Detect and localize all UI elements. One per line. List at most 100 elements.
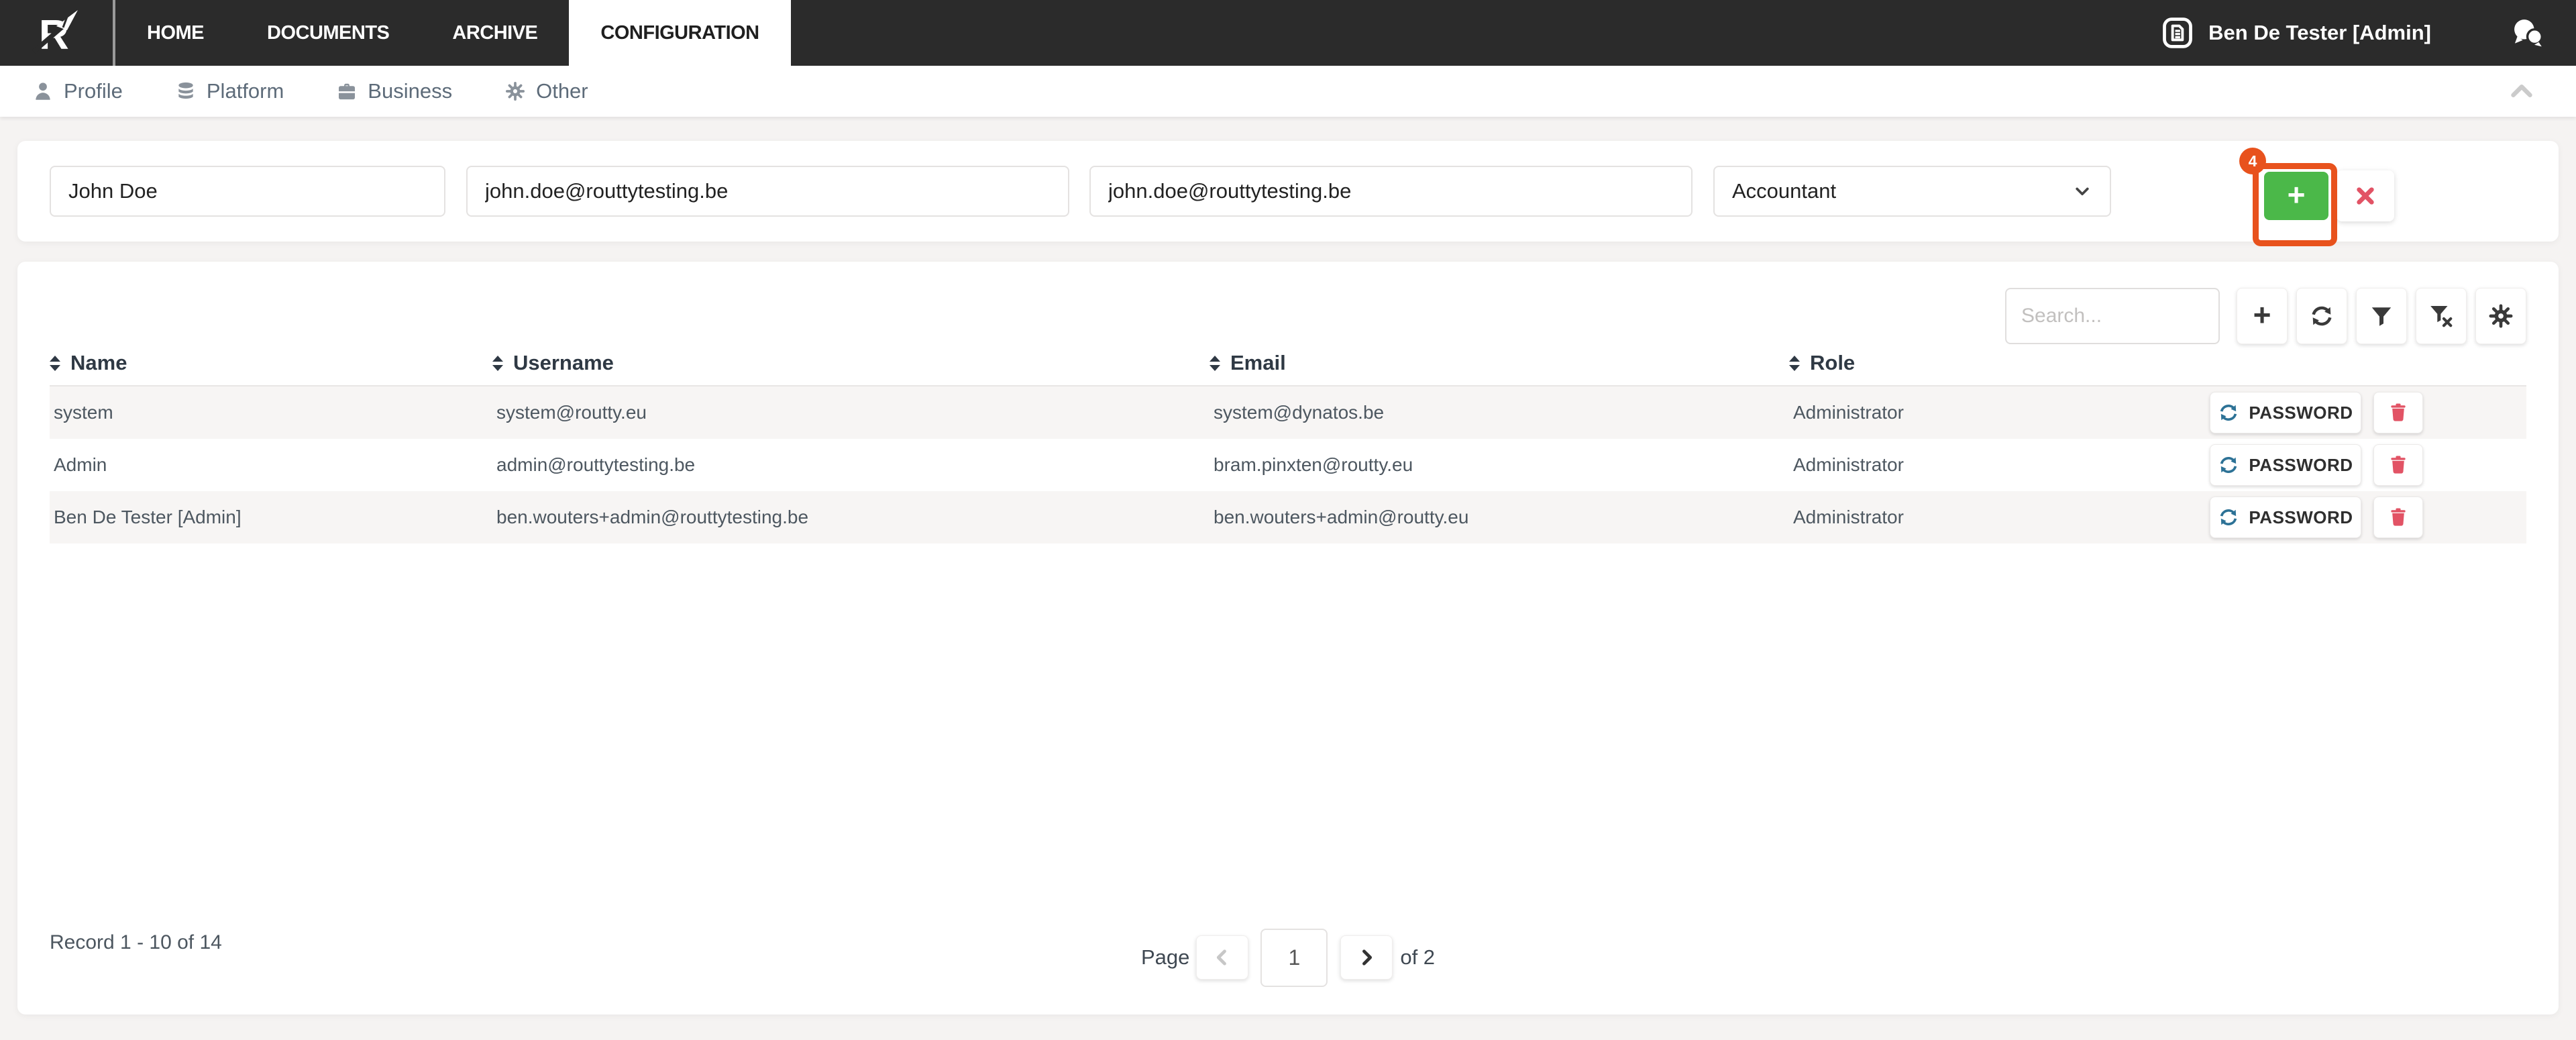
sort-icon [1789, 355, 1800, 371]
plus-icon: + [2287, 177, 2306, 212]
user-menu[interactable]: Ben De Tester [Admin] [2160, 15, 2431, 50]
table-toolbar: + [2005, 287, 2526, 345]
routty-logo[interactable]: R [0, 0, 115, 66]
filter-button[interactable] [2356, 288, 2407, 344]
annotation-badge: 4 [2239, 148, 2266, 174]
pagination: Page of 2 [1141, 927, 1435, 988]
previous-page-button[interactable] [1196, 935, 1249, 980]
table-row[interactable]: Ben De Tester [Admin] ben.wouters+admin@… [50, 491, 2526, 543]
table-body: system system@routty.eu system@dynatos.b… [50, 386, 2526, 543]
trash-icon [2391, 403, 2406, 421]
chat-icon [2514, 19, 2543, 47]
add-user-button[interactable]: + [2264, 172, 2328, 220]
column-header-email[interactable]: Email [1210, 341, 1286, 385]
refresh-icon [2218, 507, 2239, 528]
cell-email: bram.pinxten@routty.eu [1214, 454, 1413, 475]
role-select[interactable]: Accountant [1713, 166, 2111, 217]
cell-name: system [54, 402, 113, 423]
tab-configuration[interactable]: CONFIGURATION [569, 0, 791, 66]
database-icon [175, 81, 197, 102]
subnav-label: Profile [64, 79, 123, 103]
top-navbar: R HOME DOCUMENTS ARCHIVE CONFIGURATION B… [0, 0, 2576, 66]
page-number-input[interactable] [1260, 928, 1328, 987]
clear-filter-button[interactable] [2416, 288, 2467, 344]
trash-icon [2391, 456, 2406, 474]
password-button-label: PASSWORD [2249, 402, 2353, 423]
table-row[interactable]: Admin admin@routtytesting.be bram.pinxte… [50, 439, 2526, 491]
column-header-username[interactable]: Username [492, 341, 614, 385]
reset-password-button[interactable]: PASSWORD [2210, 444, 2361, 486]
chevron-left-icon [1217, 949, 1227, 966]
chevron-down-icon [2071, 180, 2094, 203]
briefcase-icon [336, 81, 358, 102]
add-user-form: Accountant + 4 [17, 141, 2559, 246]
add-row-button[interactable]: + [2237, 288, 2288, 344]
close-icon [2357, 187, 2374, 205]
sort-icon [1210, 355, 1220, 371]
delete-user-button[interactable] [2373, 444, 2423, 486]
settings-button[interactable] [2475, 288, 2526, 344]
delete-user-button[interactable] [2373, 392, 2423, 433]
password-button-label: PASSWORD [2249, 454, 2353, 475]
refresh-icon [2218, 402, 2239, 423]
subnav-label: Business [368, 79, 453, 103]
cell-email: system@dynatos.be [1214, 402, 1385, 423]
page-label: Page [1140, 945, 1190, 969]
user-name-label: Ben De Tester [Admin] [2208, 21, 2431, 44]
main-tabs: HOME DOCUMENTS ARCHIVE CONFIGURATION [115, 0, 791, 66]
subnav-item-business[interactable]: Business [336, 79, 452, 103]
cell-role: Administrator [1793, 402, 1904, 423]
subnav-label: Platform [206, 79, 284, 103]
cell-username: admin@routtytesting.be [496, 454, 696, 475]
cell-role: Administrator [1793, 507, 1904, 527]
filter-icon [2371, 307, 2392, 326]
role-select-value: Accountant [1732, 179, 1837, 203]
table-row[interactable]: system system@routty.eu system@dynatos.b… [50, 386, 2526, 439]
plus-icon: + [2253, 297, 2271, 332]
refresh-button[interactable] [2296, 288, 2347, 344]
add-user-card: Accountant + 4 [17, 141, 2559, 246]
next-page-button[interactable] [1340, 935, 1393, 980]
subnav-item-profile[interactable]: Profile [32, 79, 123, 103]
column-label: Username [513, 351, 614, 374]
email-field[interactable] [1089, 166, 1693, 217]
delete-user-button[interactable] [2373, 497, 2423, 538]
gear-icon [504, 81, 526, 102]
reset-password-button[interactable]: PASSWORD [2210, 497, 2361, 538]
trash-icon [2391, 508, 2406, 526]
cell-name: Admin [54, 454, 107, 475]
sort-icon [492, 355, 503, 371]
document-icon [2163, 17, 2193, 48]
cell-username: system@routty.eu [496, 402, 647, 423]
tab-home[interactable]: HOME [115, 0, 235, 66]
username-field[interactable] [466, 166, 1069, 217]
clear-form-button[interactable] [2337, 170, 2394, 221]
gear-icon [2489, 304, 2513, 328]
table-header: Name Username Email Role [50, 341, 2526, 386]
subnav-item-platform[interactable]: Platform [175, 79, 284, 103]
sort-icon [50, 355, 60, 371]
subnav-item-other[interactable]: Other [504, 79, 588, 103]
column-header-name[interactable]: Name [50, 341, 127, 385]
name-field[interactable] [50, 166, 445, 217]
chat-button[interactable] [2510, 15, 2545, 50]
record-count-label: Record 1 - 10 of 14 [50, 931, 222, 953]
page-total-label: of 2 [1400, 945, 1436, 969]
tab-archive[interactable]: ARCHIVE [421, 0, 569, 66]
chevron-up-icon [2511, 85, 2532, 98]
search-input[interactable] [2005, 288, 2220, 344]
collapse-panel-button[interactable] [2506, 76, 2537, 107]
person-icon [32, 81, 54, 102]
cell-email: ben.wouters+admin@routty.eu [1214, 507, 1469, 527]
chevron-right-icon [1362, 949, 1373, 966]
config-subnav: Profile Platform Business Other [0, 66, 2576, 117]
filter-remove-icon [2430, 305, 2453, 327]
password-button-label: PASSWORD [2249, 507, 2353, 527]
cell-role: Administrator [1793, 454, 1904, 475]
tab-documents[interactable]: DOCUMENTS [235, 0, 421, 66]
reset-password-button[interactable]: PASSWORD [2210, 392, 2361, 433]
nav-right-group: Ben De Tester [Admin] [2160, 0, 2576, 66]
cell-name: Ben De Tester [Admin] [54, 507, 241, 527]
column-header-role[interactable]: Role [1789, 341, 1855, 385]
cell-username: ben.wouters+admin@routtytesting.be [496, 507, 809, 527]
